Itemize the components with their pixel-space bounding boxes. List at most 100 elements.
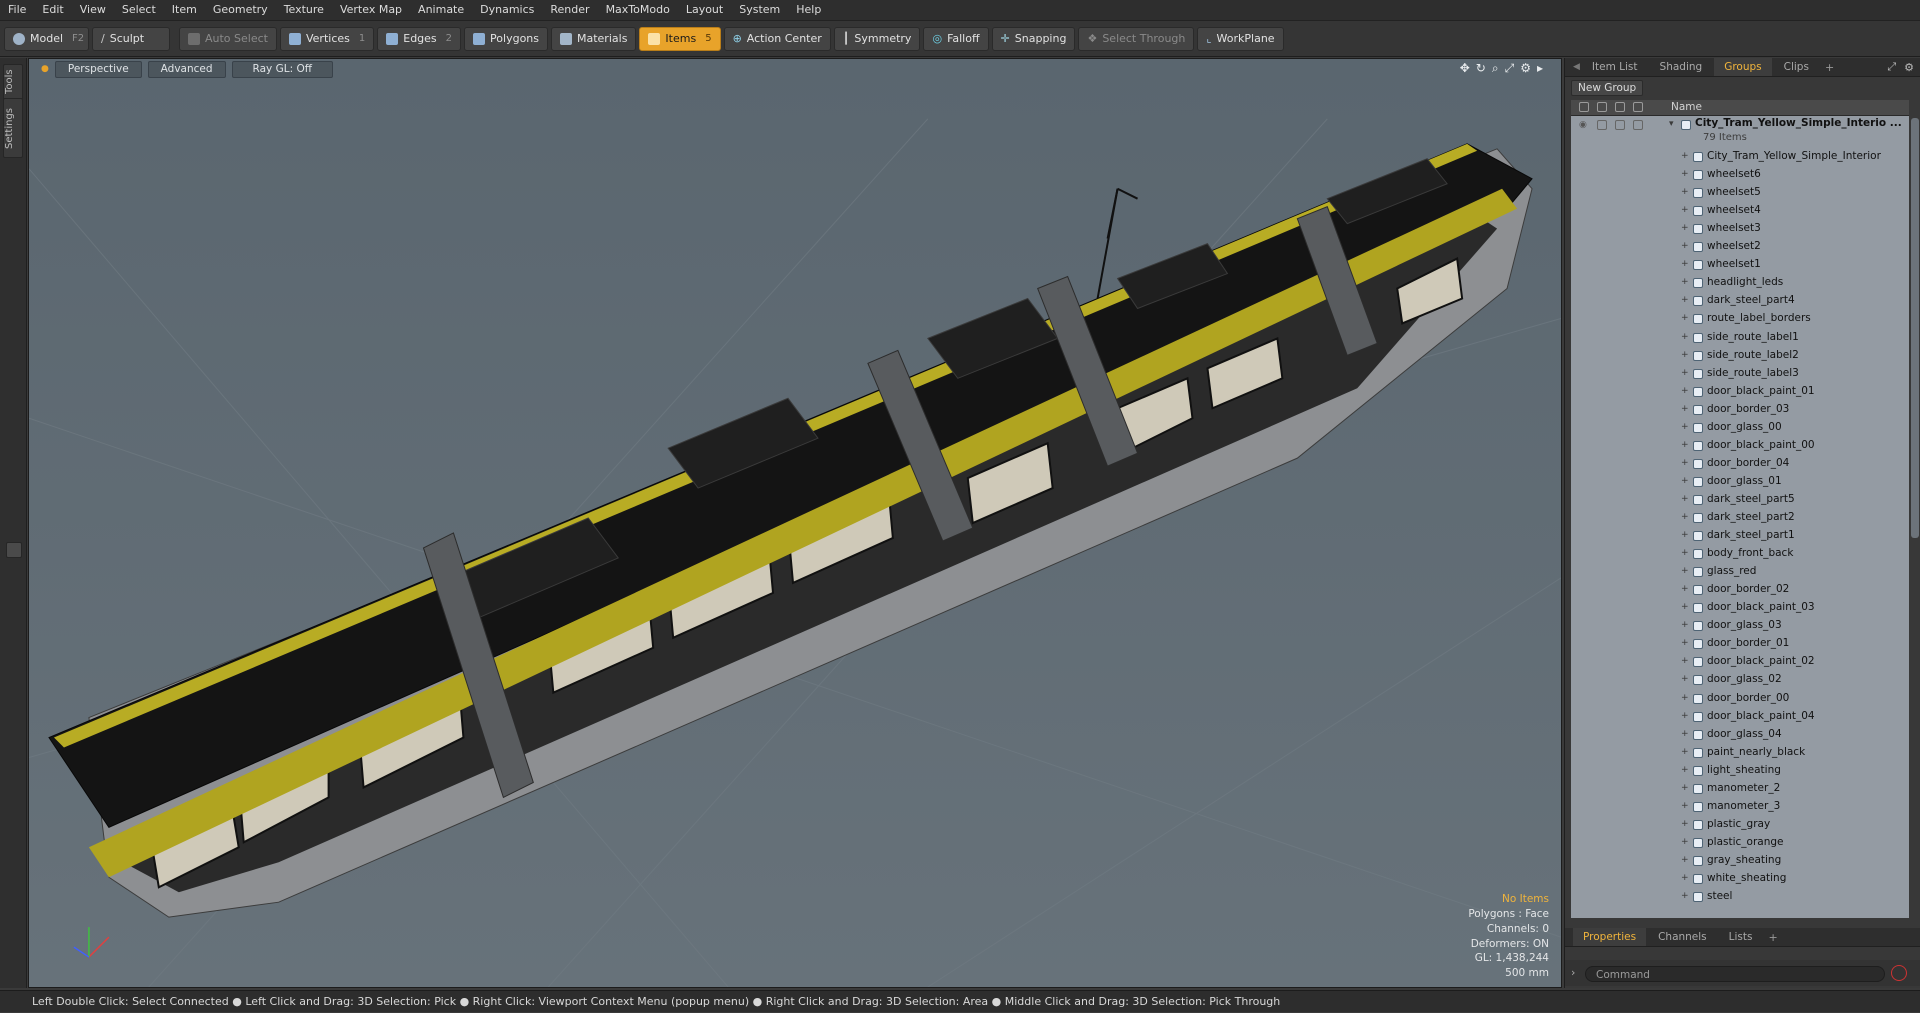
tab-clips[interactable]: Clips xyxy=(1774,58,1819,76)
expand-plus-icon[interactable]: + xyxy=(1681,458,1689,468)
expand-plus-icon[interactable]: + xyxy=(1681,620,1689,630)
viewport-options-icon[interactable]: ● xyxy=(41,64,49,74)
expand-plus-icon[interactable]: + xyxy=(1681,801,1689,811)
polygons-button[interactable]: Polygons xyxy=(464,26,548,51)
group-item-row[interactable]: + wheelset4 xyxy=(1571,202,1909,220)
expand-plus-icon[interactable]: + xyxy=(1681,873,1689,883)
expand-plus-icon[interactable]: + xyxy=(1681,422,1689,432)
group-item-row[interactable]: + door_border_04 xyxy=(1571,455,1909,473)
lock-column-icon[interactable] xyxy=(1615,102,1625,112)
tab-properties[interactable]: Properties xyxy=(1573,928,1647,946)
menu-view[interactable]: View xyxy=(72,0,114,20)
group-item-row[interactable]: + body_front_back xyxy=(1571,545,1909,563)
expand-plus-icon[interactable]: + xyxy=(1681,205,1689,215)
command-history-icon[interactable] xyxy=(1891,965,1907,981)
expand-arrow-icon[interactable]: ▾ xyxy=(1669,119,1674,129)
expand-plus-icon[interactable]: + xyxy=(1681,747,1689,757)
expand-plus-icon[interactable]: + xyxy=(1681,277,1689,287)
panel-gear-icon[interactable]: ⚙ xyxy=(1904,61,1914,74)
select-through-button[interactable]: ❖ Select Through xyxy=(1078,26,1195,51)
expand-plus-icon[interactable]: + xyxy=(1681,530,1689,540)
viewport-menu-arrow-icon[interactable]: ▸ xyxy=(1537,61,1543,76)
collapse-handle[interactable] xyxy=(6,542,22,558)
group-item-row[interactable]: + door_border_03 xyxy=(1571,401,1909,419)
expand-plus-icon[interactable]: + xyxy=(1681,241,1689,251)
group-item-row[interactable]: + white_sheating xyxy=(1571,870,1909,888)
group-item-row[interactable]: + light_sheating xyxy=(1571,762,1909,780)
tab-settings[interactable]: Settings xyxy=(3,98,23,158)
menu-dynamics[interactable]: Dynamics xyxy=(472,0,542,20)
expand-plus-icon[interactable]: + xyxy=(1681,566,1689,576)
rotate-icon[interactable]: ↻ xyxy=(1476,61,1486,76)
expand-plus-icon[interactable]: + xyxy=(1681,693,1689,703)
visibility-column-icon[interactable] xyxy=(1579,102,1589,112)
group-item-row[interactable]: + City_Tram_Yellow_Simple_Interior xyxy=(1571,148,1909,166)
group-item-row[interactable]: + plastic_orange xyxy=(1571,834,1909,852)
symmetry-button[interactable]: ┃ Symmetry xyxy=(833,26,921,51)
tab-item-list[interactable]: Item List xyxy=(1582,58,1648,76)
render-column-icon[interactable] xyxy=(1597,102,1607,112)
tab-lists[interactable]: Lists xyxy=(1719,928,1763,946)
menu-texture[interactable]: Texture xyxy=(276,0,332,20)
group-item-row[interactable]: + door_glass_04 xyxy=(1571,726,1909,744)
auto-select-button[interactable]: Auto Select xyxy=(179,26,277,51)
tab-groups[interactable]: Groups xyxy=(1714,58,1772,76)
expand-plus-icon[interactable]: + xyxy=(1681,819,1689,829)
pan-icon[interactable]: ✥ xyxy=(1460,61,1470,76)
expand-plus-icon[interactable]: + xyxy=(1681,494,1689,504)
panel-maximize-icon[interactable]: ⤢ xyxy=(1887,60,1896,74)
settings-gear-icon[interactable]: ⚙ xyxy=(1520,61,1531,76)
group-item-row[interactable]: + door_black_paint_01 xyxy=(1571,383,1909,401)
group-item-row[interactable]: + steel xyxy=(1571,888,1909,906)
tab-shading[interactable]: Shading xyxy=(1650,58,1713,76)
expand-plus-icon[interactable]: + xyxy=(1681,368,1689,378)
sculpt-mode-button[interactable]: ∕ Sculpt xyxy=(92,26,170,51)
menu-help[interactable]: Help xyxy=(788,0,829,20)
group-item-row[interactable]: + manometer_3 xyxy=(1571,798,1909,816)
expand-plus-icon[interactable]: + xyxy=(1681,404,1689,414)
group-item-row[interactable]: + door_black_paint_03 xyxy=(1571,599,1909,617)
expand-plus-icon[interactable]: + xyxy=(1681,855,1689,865)
groups-scrollbar[interactable] xyxy=(1911,118,1919,538)
group-item-row[interactable]: + dark_steel_part5 xyxy=(1571,491,1909,509)
group-item-row[interactable]: + door_glass_01 xyxy=(1571,473,1909,491)
expand-plus-icon[interactable]: + xyxy=(1681,602,1689,612)
expand-plus-icon[interactable]: + xyxy=(1681,765,1689,775)
lock-toggle[interactable] xyxy=(1615,120,1625,130)
group-item-row[interactable]: + paint_nearly_black xyxy=(1571,744,1909,762)
group-row[interactable]: ◉ ▾ City_Tram_Yellow_Simple_Interio ... … xyxy=(1571,116,1909,148)
raygl-toggle[interactable]: Ray GL: Off xyxy=(231,60,333,78)
add-bottom-tab-icon[interactable]: + xyxy=(1768,931,1777,944)
add-tab-icon[interactable]: + xyxy=(1825,61,1834,74)
expand-plus-icon[interactable]: + xyxy=(1681,223,1689,233)
select-column-icon[interactable] xyxy=(1633,102,1643,112)
menu-render[interactable]: Render xyxy=(542,0,597,20)
expand-plus-icon[interactable]: + xyxy=(1681,656,1689,666)
menu-select[interactable]: Select xyxy=(114,0,164,20)
panel-grip-icon[interactable]: ◀ xyxy=(1573,62,1580,72)
action-center-button[interactable]: ⊕ Action Center xyxy=(723,26,831,51)
expand-plus-icon[interactable]: + xyxy=(1681,674,1689,684)
model-mode-button[interactable]: Model F2 xyxy=(4,26,89,51)
group-item-row[interactable]: + door_black_paint_02 xyxy=(1571,653,1909,671)
name-column-header[interactable]: Name xyxy=(1671,101,1702,113)
group-item-row[interactable]: + glass_red xyxy=(1571,563,1909,581)
materials-button[interactable]: Materials xyxy=(551,26,637,51)
expand-plus-icon[interactable]: + xyxy=(1681,313,1689,323)
expand-plus-icon[interactable]: + xyxy=(1681,476,1689,486)
expand-plus-icon[interactable]: + xyxy=(1681,891,1689,901)
menu-geometry[interactable]: Geometry xyxy=(205,0,276,20)
menu-layout[interactable]: Layout xyxy=(678,0,731,20)
menu-item[interactable]: Item xyxy=(164,0,205,20)
group-item-row[interactable]: + wheelset3 xyxy=(1571,220,1909,238)
group-item-row[interactable]: + wheelset6 xyxy=(1571,166,1909,184)
command-input[interactable]: Command xyxy=(1585,966,1885,982)
new-group-button[interactable]: New Group xyxy=(1571,80,1644,96)
group-item-row[interactable]: + side_route_label2 xyxy=(1571,347,1909,365)
zoom-icon[interactable]: ⌕ xyxy=(1492,61,1499,76)
expand-plus-icon[interactable]: + xyxy=(1681,837,1689,847)
group-item-row[interactable]: + door_black_paint_00 xyxy=(1571,437,1909,455)
menu-vertex-map[interactable]: Vertex Map xyxy=(332,0,410,20)
menu-edit[interactable]: Edit xyxy=(34,0,71,20)
group-item-row[interactable]: + door_black_paint_04 xyxy=(1571,708,1909,726)
